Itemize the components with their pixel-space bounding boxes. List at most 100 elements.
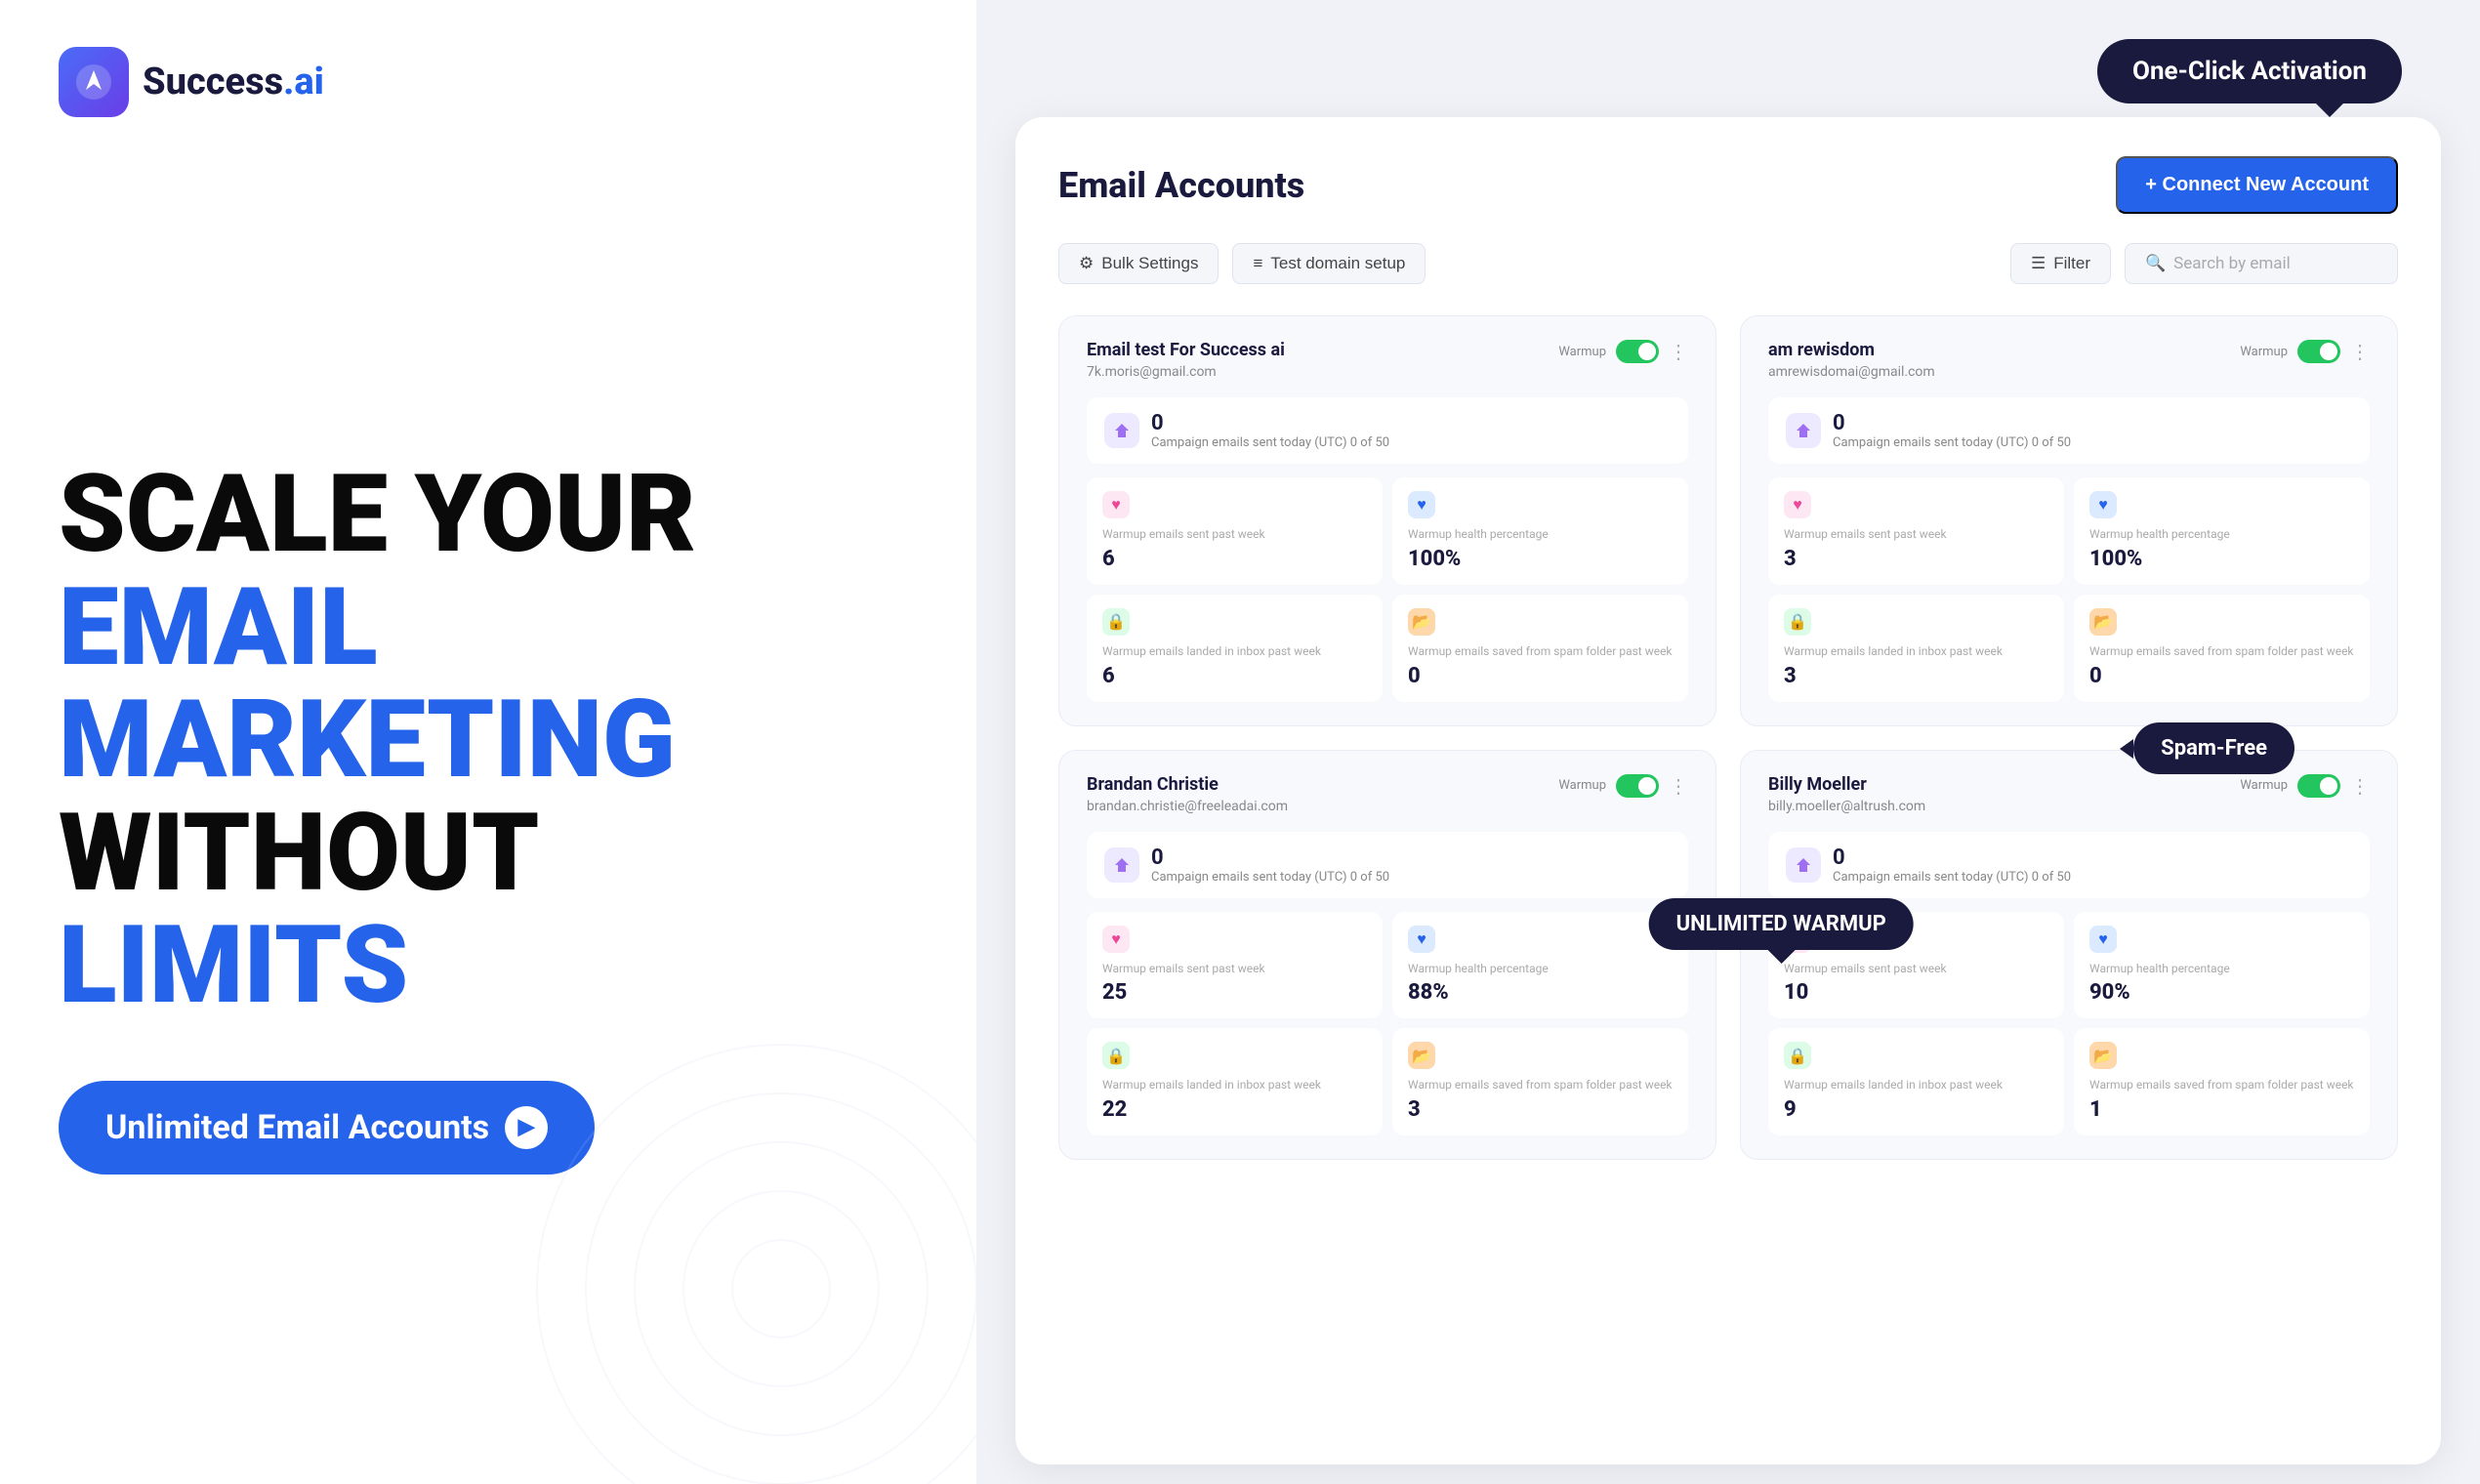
campaign-icon [1104,847,1139,883]
dashboard: Email Accounts + Connect New Account ⚙ B… [1015,117,2441,1464]
stat-value: 0 [2089,664,2354,688]
stat-icon: ♥ [1784,491,1811,518]
campaign-icon [1786,413,1821,448]
stat-value: 22 [1102,1097,1367,1122]
stat-label: Warmup health percentage [1408,526,1673,543]
more-options-button[interactable]: ⋮ [1669,774,1688,798]
stat-card: ♥ Warmup health percentage 100% [2074,477,2370,585]
campaign-text: Campaign emails sent today (UTC) 0 of 50 [1833,435,2071,450]
warmup-label: Warmup [2240,778,2288,793]
card-header: am rewisdom amrewisdomai@gmail.com Warmu… [1768,340,2370,380]
stat-icon: 📂 [2089,608,2117,636]
callout-one-click: One-Click Activation [2097,39,2402,103]
campaign-text: Campaign emails sent today (UTC) 0 of 50 [1151,870,1389,885]
stat-label: Warmup emails sent past week [1784,526,2048,543]
account-card-2: Brandan Christie brandan.christie@freele… [1058,750,1716,1161]
stat-label: Warmup emails landed in inbox past week [1102,1077,1367,1093]
stat-value: 3 [1784,547,2048,571]
warmup-label: Warmup [1558,345,1606,359]
stat-card: 📂 Warmup emails saved from spam folder p… [1392,595,1688,702]
stat-card: ♥ Warmup emails sent past week 6 [1087,477,1383,585]
card-name: Brandan Christie [1087,774,1288,795]
card-controls: Warmup ⋮ [2240,340,2370,363]
toolbar-right: ☰ Filter 🔍 Search by email [2010,243,2398,284]
search-icon: 🔍 [2145,254,2166,273]
stat-icon: 📂 [2089,1042,2117,1069]
stat-icon: ♥ [1102,491,1130,518]
stat-value: 6 [1102,664,1367,688]
stat-icon: 🔒 [1784,608,1811,636]
stat-icon: ♥ [2089,491,2117,518]
campaign-icon [1786,847,1821,883]
stat-value: 90% [2089,980,2354,1005]
campaign-count: 0 [1151,411,1389,435]
stat-label: Warmup health percentage [1408,961,1673,977]
callout-unlimited-warmup: UNLIMITED WARMUP [1649,898,1914,950]
card-email: brandan.christie@freeleadai.com [1087,799,1288,814]
stat-value: 88% [1408,980,1673,1005]
card-name: Email test For Success ai [1087,340,1285,360]
stat-value: 10 [1784,980,2048,1005]
right-panel: One-Click Activation Email Accounts + Co… [976,0,2480,1484]
stat-value: 9 [1784,1097,2048,1122]
stat-label: Warmup emails landed in inbox past week [1784,1077,2048,1093]
stat-icon: ♥ [1408,491,1435,518]
stat-card: 🔒 Warmup emails landed in inbox past wee… [1768,1028,2064,1135]
logo-icon [59,47,129,117]
campaign-count: 0 [1151,845,1389,870]
card-email: amrewisdomai@gmail.com [1768,364,1935,380]
stat-card: ♥ Warmup emails sent past week 3 [1768,477,2064,585]
stat-card: ♥ Warmup health percentage 90% [2074,912,2370,1019]
card-header: Email test For Success ai 7k.moris@gmail… [1087,340,1688,380]
stat-card: ♥ Warmup health percentage 100% [1392,477,1688,585]
stat-label: Warmup emails saved from spam folder pas… [1408,1077,1673,1093]
stat-label: Warmup emails sent past week [1784,961,2048,977]
stat-icon: 🔒 [1784,1042,1811,1069]
campaign-text: Campaign emails sent today (UTC) 0 of 50 [1833,870,2071,885]
stats-grid: ♥ Warmup emails sent past week 6 ♥ Warmu… [1087,477,1688,702]
bulk-settings-icon: ⚙ [1079,254,1094,273]
card-controls: Warmup ⋮ [2240,774,2370,798]
stat-icon: 🔒 [1102,608,1130,636]
stats-grid: ♥ Warmup emails sent past week 25 ♥ Warm… [1087,912,1688,1136]
headline-line2: EMAIL [59,564,378,690]
warmup-label: Warmup [1558,778,1606,793]
stat-card: 🔒 Warmup emails landed in inbox past wee… [1768,595,2064,702]
stat-card: ♥ Warmup emails sent past week 25 [1087,912,1383,1019]
dashboard-header: Email Accounts + Connect New Account [1058,156,2398,214]
more-options-button[interactable]: ⋮ [2350,774,2370,798]
test-domain-button[interactable]: ≡ Test domain setup [1232,243,1426,284]
card-email: billy.moeller@altrush.com [1768,799,1925,814]
campaign-row: 0 Campaign emails sent today (UTC) 0 of … [1087,397,1688,464]
filter-button[interactable]: ☰ Filter [2010,243,2111,284]
stats-grid: ♥ Warmup emails sent past week 3 ♥ Warmu… [1768,477,2370,702]
headline-line4: WITHOUT [59,790,539,916]
search-box[interactable]: 🔍 Search by email [2125,243,2398,284]
warmup-toggle[interactable] [2297,340,2340,363]
stat-label: Warmup emails landed in inbox past week [1102,643,1367,660]
test-domain-icon: ≡ [1253,254,1262,273]
stat-label: Warmup emails saved from spam folder pas… [1408,643,1673,660]
warmup-toggle[interactable] [1616,340,1659,363]
left-panel: Success.ai SCALE YOUR EMAIL MARKETING WI… [0,0,976,1484]
bulk-settings-button[interactable]: ⚙ Bulk Settings [1058,243,1219,284]
card-header: Brandan Christie brandan.christie@freele… [1087,774,1688,814]
connect-new-account-button[interactable]: + Connect New Account [2116,156,2398,214]
logo-area: Success.ai [59,47,918,117]
warmup-toggle[interactable] [2297,774,2340,798]
stat-card: 🔒 Warmup emails landed in inbox past wee… [1087,595,1383,702]
stat-icon: 📂 [1408,608,1435,636]
callout-spam-free: Spam-Free [2133,722,2294,774]
campaign-row: 0 Campaign emails sent today (UTC) 0 of … [1087,832,1688,898]
campaign-count: 0 [1833,845,2071,870]
stat-label: Warmup emails sent past week [1102,961,1367,977]
logo-text: Success.ai [143,61,324,103]
toolbar-left: ⚙ Bulk Settings ≡ Test domain setup [1058,243,1426,284]
stat-icon: 🔒 [1102,1042,1130,1069]
stat-value: 0 [1408,664,1673,688]
cta-label: Unlimited Email Accounts [105,1108,489,1147]
more-options-button[interactable]: ⋮ [1669,340,1688,363]
account-card-3: Billy Moeller billy.moeller@altrush.com … [1740,750,2398,1161]
warmup-toggle[interactable] [1616,774,1659,798]
more-options-button[interactable]: ⋮ [2350,340,2370,363]
